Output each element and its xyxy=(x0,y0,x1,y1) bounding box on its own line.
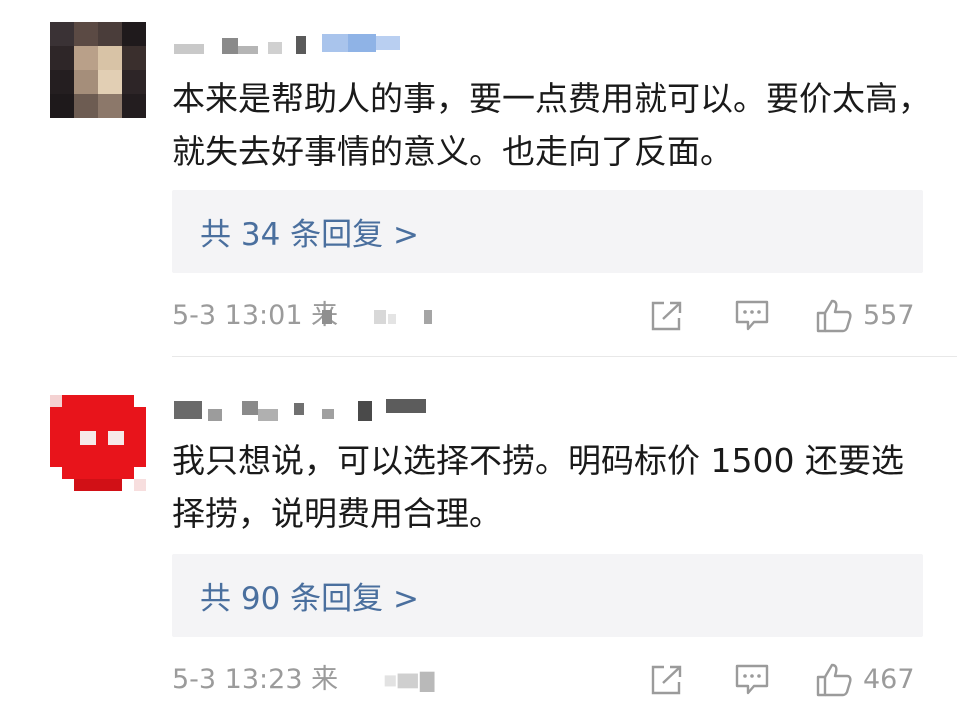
like-count: 557 xyxy=(863,300,915,331)
thumbs-up-icon xyxy=(816,299,852,333)
like-count: 467 xyxy=(863,664,915,695)
pixelated-avatar-image xyxy=(50,395,146,491)
username-pixel-mask xyxy=(174,399,426,421)
comment-meta: 5-3 13:01 来 557 xyxy=(172,296,923,336)
source-pixel-mask xyxy=(384,671,435,692)
share-icon xyxy=(651,301,682,331)
username-pixel-mask xyxy=(174,34,400,54)
username-masked[interactable] xyxy=(172,395,432,425)
like-button[interactable]: 467 xyxy=(815,660,925,700)
like-button[interactable]: 557 xyxy=(815,296,925,336)
view-replies-button[interactable]: 共 34 条回复 > xyxy=(172,190,923,273)
reply-button[interactable] xyxy=(734,660,772,700)
comment-item: 本来是帮助人的事，要一点费用就可以。要价太高，就失去好事情的意义。也走向了反面。… xyxy=(0,0,957,356)
thumbs-up-icon xyxy=(816,663,852,697)
comment-text: 我只想说，可以选择不捞。明码标价 1500 还要选择捞，说明费用合理。 xyxy=(172,441,904,533)
source-pixel-mask xyxy=(322,310,432,324)
pixelated-avatar-image xyxy=(50,22,146,118)
view-replies-button[interactable]: 共 90 条回复 > xyxy=(172,554,923,637)
comment-icon xyxy=(735,300,769,331)
share-button[interactable] xyxy=(650,660,688,700)
comment-text: 本来是帮助人的事，要一点费用就可以。要价太高，就失去好事情的意义。也走向了反面。 xyxy=(172,79,931,171)
comment-icon xyxy=(735,664,769,695)
avatar[interactable] xyxy=(50,22,146,118)
reply-button[interactable] xyxy=(734,296,772,336)
comment-list: 本来是帮助人的事，要一点费用就可以。要价太高，就失去好事情的意义。也走向了反面。… xyxy=(0,0,957,716)
comment-item: 我只想说，可以选择不捞。明码标价 1500 还要选择捞，说明费用合理。 共 90… xyxy=(0,357,957,716)
comment-meta: 5-3 13:23 来 467 xyxy=(172,660,923,700)
share-icon xyxy=(651,665,682,695)
comment-timestamp: 5-3 13:01 来 xyxy=(172,300,339,331)
username-masked[interactable] xyxy=(172,28,412,58)
share-button[interactable] xyxy=(650,296,688,336)
avatar[interactable] xyxy=(50,395,146,491)
comment-timestamp: 5-3 13:23 来 xyxy=(172,664,339,695)
